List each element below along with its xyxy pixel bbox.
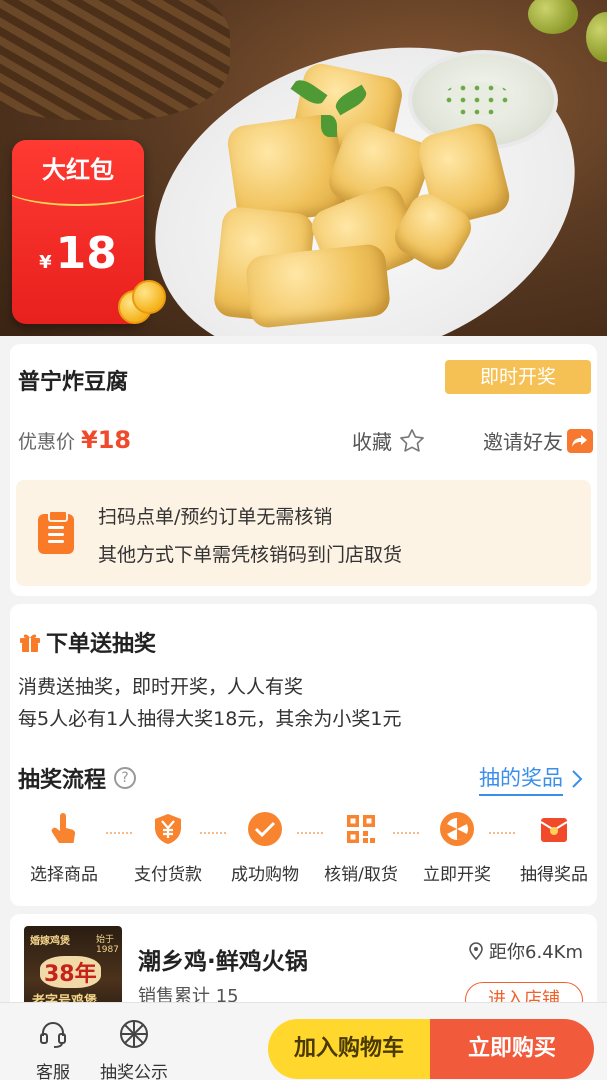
- help-icon[interactable]: ?: [114, 767, 137, 789]
- step-pay: 支付货款: [120, 812, 216, 885]
- price-value: ¥18: [81, 426, 132, 454]
- prizes-link[interactable]: 抽的奖品: [479, 762, 583, 796]
- red-envelope-title: 大红包: [42, 156, 114, 184]
- prize-wheel-icon: [440, 812, 474, 846]
- store-distance: 距你6.4Km: [469, 938, 583, 964]
- store-card[interactable]: 婚嫁鸡煲 始于1987 38年 老字号鸡煲 潮乡鸡·鲜鸡火锅 销售累计 15 距…: [10, 914, 597, 1014]
- favorite-label: 收藏: [352, 430, 392, 454]
- red-envelope-amount: ¥18: [39, 228, 117, 279]
- notice-line-1: 扫码点单/预约订单无需核销: [98, 506, 333, 528]
- customer-service-label: 客服: [36, 1063, 70, 1080]
- yen-shield-icon: [151, 812, 185, 846]
- check-circle-icon: [248, 812, 282, 846]
- prize-wheel-icon: [120, 1020, 148, 1048]
- fried-tofu: [244, 242, 392, 330]
- lottery-desc-2: 每5人必有1人抽得大奖18元，其余为小奖1元: [18, 708, 402, 730]
- prizes-link-label: 抽的奖品: [479, 762, 563, 796]
- location-pin-icon: [469, 942, 483, 960]
- lottery-title: 下单送抽奖: [46, 632, 157, 657]
- store-name: 潮乡鸡·鲜鸡火锅: [138, 949, 308, 975]
- share-icon: [567, 428, 593, 453]
- basket-decoration: [0, 0, 230, 120]
- price-row: 优惠价 ¥18: [18, 426, 131, 454]
- step-instant-draw: 立即开奖: [409, 812, 505, 885]
- lottery-steps: 选择商品 支付货款 成功购物 核销/取货 立即开奖 抽得奖品: [10, 812, 597, 892]
- favorite-button[interactable]: 收藏: [352, 426, 426, 455]
- lottery-heading: 下单送抽奖: [18, 626, 156, 658]
- olive-decoration: [586, 12, 607, 62]
- gift-icon: [20, 634, 40, 652]
- step-select-product: 选择商品: [16, 812, 112, 885]
- step-purchase-success: 成功购物: [217, 812, 313, 885]
- lottery-flow-heading: 抽奖流程 ?: [18, 762, 137, 794]
- olive-decoration: [528, 0, 578, 34]
- red-envelope-icon: [537, 812, 571, 846]
- lottery-desc-1: 消费送抽奖，即时开奖，人人有奖: [18, 676, 304, 698]
- lottery-flow-title: 抽奖流程: [18, 768, 107, 793]
- invite-label: 邀请好友: [483, 430, 563, 454]
- step-win-prize: 抽得奖品: [506, 812, 602, 885]
- product-name: 普宁炸豆腐: [18, 370, 129, 395]
- lottery-notice-label: 抽奖公示: [100, 1063, 168, 1080]
- store-thumbnail: 婚嫁鸡煲 始于1987 38年 老字号鸡煲: [24, 926, 122, 1014]
- product-info-card: 普宁炸豆腐 即时开奖 优惠价 ¥18 收藏 邀请好友 扫码点单/预约订单无需核销 …: [10, 344, 597, 596]
- buy-now-button[interactable]: 立即购买: [430, 1019, 594, 1079]
- step-verify-pickup: 核销/取货: [313, 812, 409, 885]
- price-label: 优惠价: [18, 431, 76, 453]
- add-to-cart-button[interactable]: 加入购物车: [268, 1019, 430, 1079]
- product-hero-image: 大红包 ¥18: [0, 0, 607, 336]
- instant-draw-badge: 即时开奖: [445, 360, 591, 394]
- pickup-notice: 扫码点单/预约订单无需核销 其他方式下单需凭核销码到门店取货: [16, 480, 591, 586]
- lottery-card: 下单送抽奖 消费送抽奖，即时开奖，人人有奖 每5人必有1人抽得大奖18元，其余为…: [10, 604, 597, 906]
- hand-tap-icon: [47, 812, 81, 846]
- star-icon: [400, 428, 424, 452]
- coins-icon: [118, 280, 168, 326]
- qr-code-icon: [344, 812, 378, 846]
- bottom-action-bar: 客服 抽奖公示 加入购物车 立即购买: [0, 1002, 607, 1080]
- lottery-notice-button[interactable]: 抽奖公示: [100, 1019, 168, 1080]
- customer-service-button[interactable]: 客服: [36, 1019, 70, 1080]
- invite-friends-button[interactable]: 邀请好友: [483, 426, 593, 455]
- mint-leaf: [321, 115, 337, 137]
- clipboard-icon: [38, 510, 74, 554]
- chevron-right-icon: [572, 770, 583, 788]
- notice-line-2: 其他方式下单需凭核销码到门店取货: [98, 544, 403, 566]
- headset-icon: [40, 1022, 66, 1048]
